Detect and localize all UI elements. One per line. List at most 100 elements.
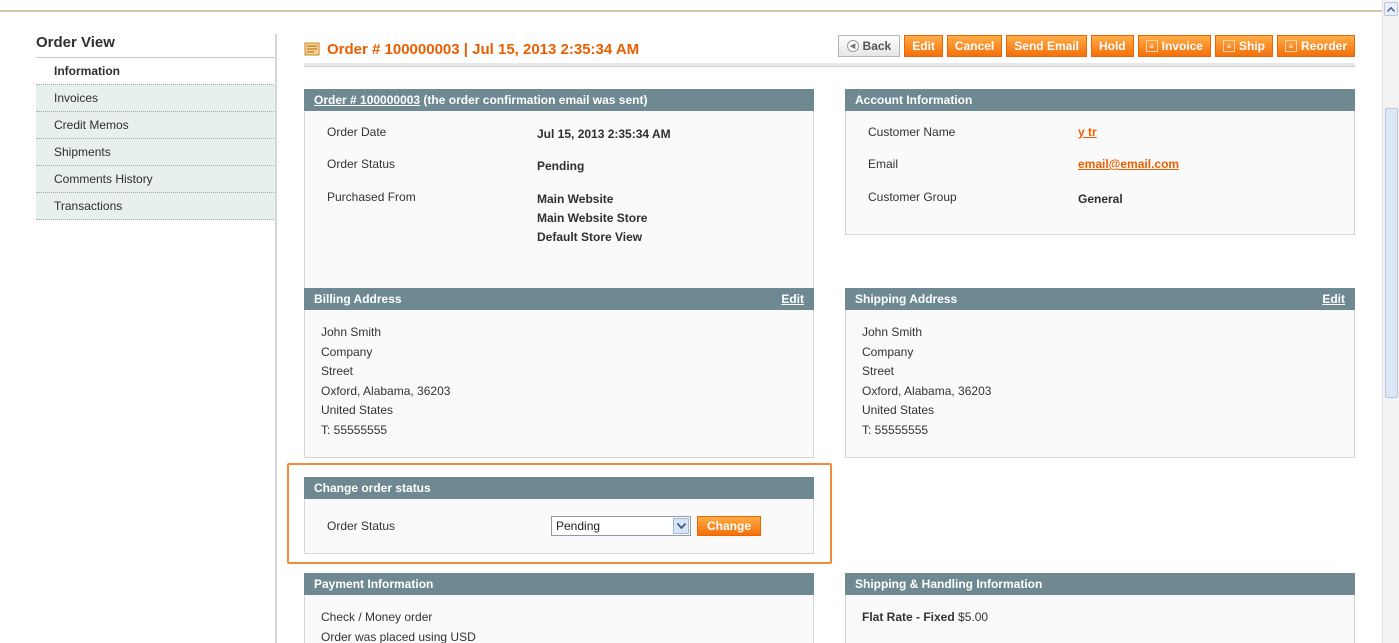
sidebar-title: Order View bbox=[36, 28, 276, 58]
tab-invoices[interactable]: Invoices bbox=[36, 85, 276, 112]
page-title: Order # 100000003 | Jul 15, 2013 2:35:34… bbox=[327, 40, 640, 58]
ship-label: Ship bbox=[1238, 39, 1265, 53]
order-info-title: Order # 100000003 (the order confirmatio… bbox=[314, 93, 647, 107]
shipping-edit-link[interactable]: Edit bbox=[1322, 292, 1345, 306]
customer-group-value: General bbox=[1078, 192, 1123, 206]
order-status-select[interactable]: Pending bbox=[551, 516, 691, 536]
billing-line: Street bbox=[321, 364, 354, 378]
email-label: Email bbox=[868, 157, 899, 171]
billing-line: Oxford, Alabama, 36203 bbox=[321, 383, 451, 398]
billing-line: United States bbox=[321, 403, 394, 417]
shipping-address-title: Shipping Address bbox=[855, 292, 958, 306]
shipping-line: Street bbox=[862, 364, 895, 378]
change-status-label: Order Status bbox=[327, 519, 396, 533]
chevron-down-icon bbox=[673, 518, 689, 534]
shipping-handling-body: Flat Rate - Fixed $5.00 bbox=[845, 595, 1355, 643]
shipping-line: John Smith bbox=[862, 325, 923, 339]
shipping-address-body: John Smith Company Street Oxford, Alabam… bbox=[845, 310, 1355, 458]
sidebar-divider bbox=[275, 34, 277, 643]
shipping-handling-box: Shipping & Handling Information Flat Rat… bbox=[845, 573, 1355, 643]
purchased-from-label: Purchased From bbox=[327, 190, 416, 204]
account-info-header: Account Information bbox=[845, 89, 1355, 111]
hold-button[interactable]: Hold bbox=[1090, 35, 1134, 57]
payment-info-body: Check / Money order Order was placed usi… bbox=[304, 595, 814, 643]
toolbar: ◀ Back Edit Cancel Send Email Hold ≡ Inv… bbox=[837, 35, 1355, 57]
account-info-body: Customer Name y tr Email email@email.com… bbox=[845, 111, 1355, 235]
invoice-icon: ≡ bbox=[1145, 40, 1158, 52]
billing-line: Company bbox=[321, 344, 373, 359]
payment-info-title: Payment Information bbox=[314, 577, 434, 591]
billing-address-header: Billing Address Edit bbox=[304, 288, 814, 310]
top-border bbox=[0, 10, 1382, 12]
tab-transactions[interactable]: Transactions bbox=[36, 193, 276, 220]
reorder-icon: ≡ bbox=[1284, 40, 1297, 52]
customer-email-link[interactable]: email@email.com bbox=[1078, 157, 1179, 190]
order-header: Order # 100000003 | Jul 15, 2013 2:35:34… bbox=[304, 36, 639, 62]
invoice-label: Invoice bbox=[1161, 39, 1203, 53]
payment-info-box: Payment Information Check / Money order … bbox=[304, 573, 814, 643]
change-status-button[interactable]: Change bbox=[697, 516, 762, 536]
edit-button[interactable]: Edit bbox=[904, 35, 943, 57]
shipping-line: United States bbox=[862, 403, 935, 417]
tab-credit-memos[interactable]: Credit Memos bbox=[36, 112, 276, 139]
account-info-title: Account Information bbox=[855, 93, 973, 107]
shipping-method: Flat Rate - Fixed bbox=[862, 610, 955, 624]
back-arrow-icon: ◀ bbox=[846, 40, 859, 52]
payment-method: Check / Money order bbox=[321, 610, 433, 624]
purchased-from-website: Main Website bbox=[537, 192, 614, 206]
scroll-thumb[interactable] bbox=[1385, 108, 1398, 398]
sidebar: Order View Information Invoices Credit M… bbox=[36, 30, 276, 220]
billing-address-title: Billing Address bbox=[314, 292, 402, 306]
order-number-link[interactable]: Order # 100000003 bbox=[314, 93, 420, 107]
shipping-address-header: Shipping Address Edit bbox=[845, 288, 1355, 310]
tab-comments-history[interactable]: Comments History bbox=[36, 166, 276, 193]
reorder-label: Reorder bbox=[1300, 39, 1347, 53]
account-info-box: Account Information Customer Name y tr E… bbox=[845, 89, 1355, 235]
tab-shipments[interactable]: Shipments bbox=[36, 139, 276, 166]
tab-information[interactable]: Information bbox=[36, 58, 276, 85]
purchased-from-store: Main Website Store bbox=[537, 211, 648, 225]
payment-info-header: Payment Information bbox=[304, 573, 814, 595]
order-info-box: Order # 100000003 (the order confirmatio… bbox=[304, 89, 814, 290]
reorder-button[interactable]: ≡ Reorder bbox=[1276, 35, 1355, 57]
shipping-price: $5.00 bbox=[958, 610, 989, 624]
change-status-header: Change order status bbox=[304, 477, 814, 499]
shipping-line: T: 55555555 bbox=[862, 422, 929, 437]
payment-currency-note: Order was placed using USD bbox=[321, 629, 476, 643]
billing-line: T: 55555555 bbox=[321, 422, 388, 437]
back-label: Back bbox=[862, 39, 892, 53]
shipping-handling-header: Shipping & Handling Information bbox=[845, 573, 1355, 595]
customer-name-link[interactable]: y tr bbox=[1078, 125, 1097, 157]
customer-group-label: Customer Group bbox=[868, 190, 957, 204]
billing-edit-link[interactable]: Edit bbox=[781, 292, 804, 306]
billing-line: John Smith bbox=[321, 325, 382, 339]
ship-icon: ≡ bbox=[1222, 40, 1235, 52]
shipping-line: Company bbox=[862, 344, 914, 359]
order-status-value: Pending bbox=[537, 159, 585, 173]
order-date-value: Jul 15, 2013 2:35:34 AM bbox=[537, 127, 671, 141]
order-info-header: Order # 100000003 (the order confirmatio… bbox=[304, 89, 814, 111]
ship-button[interactable]: ≡ Ship bbox=[1214, 35, 1273, 57]
send-email-button[interactable]: Send Email bbox=[1006, 35, 1087, 57]
vertical-scrollbar[interactable] bbox=[1382, 0, 1399, 643]
shipping-handling-title: Shipping & Handling Information bbox=[855, 577, 1043, 591]
billing-address-body: John Smith Company Street Oxford, Alabam… bbox=[304, 310, 814, 458]
back-button[interactable]: ◀ Back bbox=[837, 35, 901, 57]
order-status-selected: Pending bbox=[556, 519, 601, 533]
customer-name-label: Customer Name bbox=[868, 125, 956, 139]
scroll-up-icon[interactable] bbox=[1384, 2, 1398, 16]
cancel-button[interactable]: Cancel bbox=[946, 35, 1003, 57]
order-document-icon bbox=[304, 42, 320, 56]
change-status-title: Change order status bbox=[314, 481, 431, 495]
order-status-label: Order Status bbox=[327, 157, 396, 171]
order-info-body: Order Date Jul 15, 2013 2:35:34 AM Order… bbox=[304, 111, 814, 290]
invoice-button[interactable]: ≡ Invoice bbox=[1137, 35, 1211, 57]
order-date-label: Order Date bbox=[327, 125, 387, 139]
shipping-address-box: Shipping Address Edit John Smith Company… bbox=[845, 288, 1355, 458]
purchased-from-store-view: Default Store View bbox=[537, 230, 643, 244]
order-email-sent-note: (the order confirmation email was sent) bbox=[420, 93, 648, 107]
change-status-body: Order Status Pending Change bbox=[304, 499, 814, 554]
shipping-line: Oxford, Alabama, 36203 bbox=[862, 383, 992, 398]
billing-address-box: Billing Address Edit John Smith Company … bbox=[304, 288, 814, 458]
change-status-box: Change order status Order Status Pending… bbox=[304, 477, 814, 554]
